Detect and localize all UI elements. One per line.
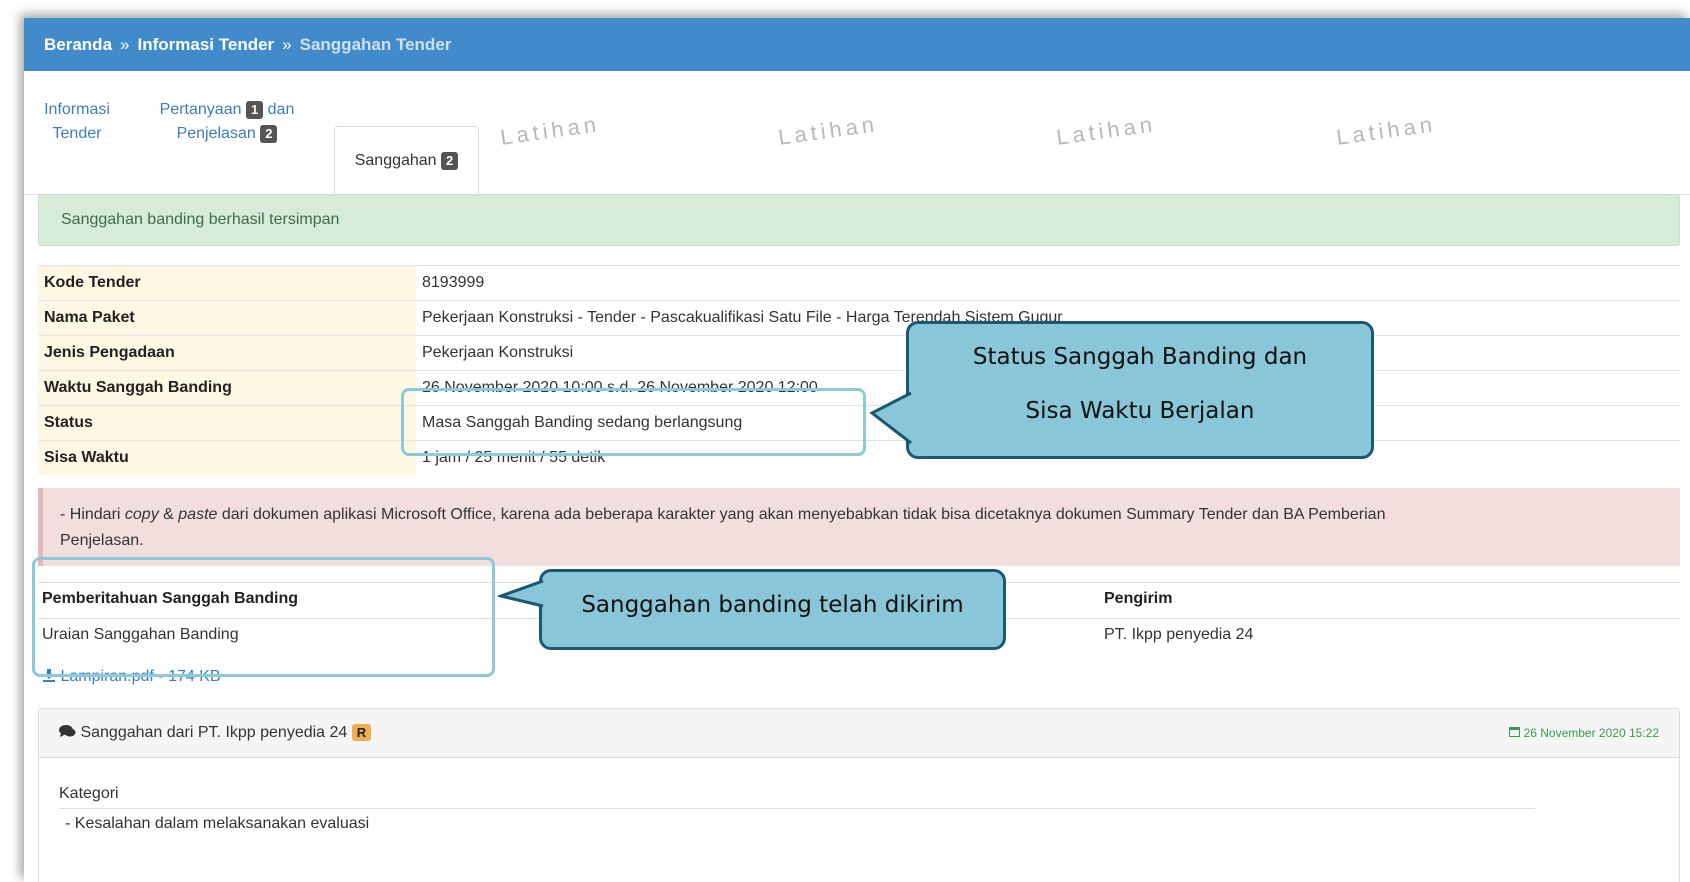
breadcrumb: Beranda » Informasi Tender » Sanggahan T…	[24, 18, 1690, 71]
callout-pointer	[869, 391, 912, 445]
panel-date-text: 26 November 2020 15:22	[1523, 726, 1659, 740]
sender-name: PT. Ikpp penyedia 24	[1104, 626, 1254, 643]
notice-text: copy	[124, 506, 159, 523]
notice-text: &	[158, 506, 179, 523]
row-value: 8193999	[416, 265, 1680, 301]
count-badge: 2	[441, 151, 459, 170]
comments-icon	[59, 725, 76, 737]
breadcrumb-separator: »	[282, 34, 292, 54]
panel-title-text: Sanggahan dari PT. Ikpp penyedia 24	[80, 724, 348, 741]
count-badge: 1	[245, 100, 264, 119]
tab-label: Informasi	[44, 101, 110, 118]
pemberitahuan-highlight-box	[32, 557, 495, 677]
row-key: Jenis Pengadaan	[38, 335, 416, 371]
table-row: Nama Paket Pekerjaan Konstruksi - Tender…	[38, 300, 1680, 336]
tab-label: Penjelasan	[176, 125, 256, 142]
sent-callout: Sanggahan banding telah dikirim	[539, 569, 1006, 650]
breadcrumb-informasi-tender[interactable]: Informasi Tender	[138, 35, 275, 55]
tab-bar: Informasi Tender Pertanyaan 1 dan Penjel…	[24, 98, 1690, 195]
panel-date: 26 November 2020 15:22	[1509, 726, 1659, 740]
row-key: Waktu Sanggah Banding	[38, 370, 416, 406]
tab-sanggahan[interactable]: Sanggahan 2	[334, 126, 479, 195]
breadcrumb-current: Sanggahan Tender	[299, 34, 452, 54]
tab-label: dan	[267, 101, 295, 118]
breadcrumb-home[interactable]: Beranda	[44, 35, 112, 55]
sanggahan-panel: Sanggahan dari PT. Ikpp penyedia 24 R 26…	[38, 708, 1680, 882]
notice-text: dari dokumen aplikasi Microsoft Office, …	[217, 506, 1386, 523]
notice-text: paste	[178, 506, 218, 523]
callout-pointer	[498, 579, 544, 608]
notice-alert: - Hindari copy & paste dari dokumen apli…	[38, 488, 1680, 566]
tab-pertanyaan-penjelasan[interactable]: Pertanyaan 1 dan Penjelasan 2	[142, 98, 312, 146]
table-row: Jenis Pengadaan Pekerjaan Konstruksi	[38, 335, 1680, 371]
status-callout: Status Sanggah Banding dan Sisa Waktu Be…	[906, 321, 1374, 459]
notice-text: - Hindari	[60, 506, 125, 523]
tab-informasi-tender[interactable]: Informasi Tender	[42, 98, 112, 146]
breadcrumb-separator: »	[120, 34, 130, 54]
notice-text: Penjelasan.	[60, 532, 144, 549]
kategori-label: Kategori	[59, 785, 119, 802]
success-message: Sanggahan banding berhasil tersimpan	[61, 211, 340, 228]
tab-label: Sanggahan	[354, 151, 437, 169]
tab-label: Pertanyaan	[159, 101, 242, 118]
calendar-icon	[1509, 727, 1521, 737]
count-badge: 2	[260, 124, 278, 143]
callout-text: Sisa Waktu Berjalan	[1025, 398, 1255, 424]
row-key: Status	[38, 405, 416, 441]
callout-text: Sanggahan banding telah dikirim	[581, 592, 964, 618]
status-highlight-box	[401, 388, 866, 456]
divider	[59, 808, 1535, 809]
role-badge: R	[351, 724, 372, 741]
callout-text: Status Sanggah Banding dan	[972, 344, 1308, 370]
table-row: Kode Tender 8193999	[38, 265, 1680, 301]
app-frame: Beranda » Informasi Tender » Sanggahan T…	[24, 18, 1690, 882]
tab-label: Tender	[52, 125, 102, 142]
pengirim-header: Pengirim	[1104, 590, 1173, 607]
row-key: Nama Paket	[38, 300, 416, 336]
kategori-item: - Kesalahan dalam melaksanakan evaluasi	[65, 815, 370, 832]
panel-title: Sanggahan dari PT. Ikpp penyedia 24 R	[59, 724, 372, 742]
success-alert: Sanggahan banding berhasil tersimpan	[38, 194, 1680, 246]
panel-header: Sanggahan dari PT. Ikpp penyedia 24 R 26…	[39, 709, 1679, 758]
row-key: Sisa Waktu	[38, 440, 416, 475]
row-key: Kode Tender	[38, 265, 416, 301]
